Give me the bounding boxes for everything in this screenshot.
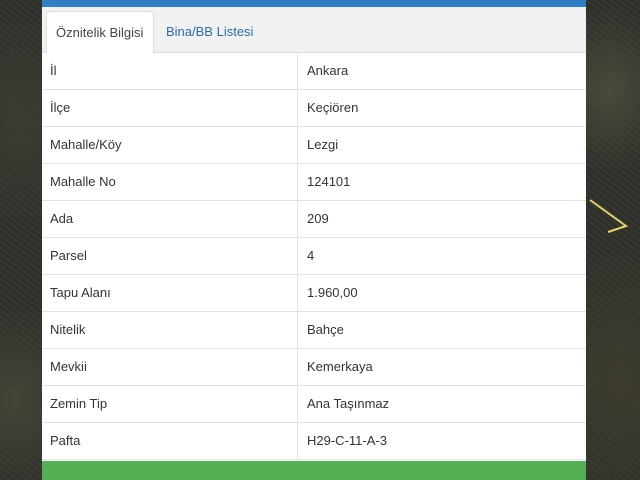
- table-row: Parsel 4: [42, 238, 586, 275]
- table-row: İl Ankara: [42, 53, 586, 90]
- column-divider: [297, 53, 298, 89]
- row-label: Pafta: [50, 433, 81, 448]
- panel-footer-bar[interactable]: [42, 461, 586, 480]
- column-divider: [297, 312, 298, 348]
- parcel-outline-icon: [589, 199, 629, 233]
- column-divider: [297, 127, 298, 163]
- column-divider: [297, 275, 298, 311]
- column-divider: [297, 90, 298, 126]
- column-divider: [297, 386, 298, 422]
- row-label: Ada: [50, 211, 74, 226]
- row-value: Bahçe: [307, 322, 344, 337]
- tab-building-list[interactable]: Bina/BB Listesi: [157, 11, 262, 53]
- row-label: Mahalle/Köy: [50, 137, 122, 152]
- row-value: 1.960,00: [307, 285, 358, 300]
- row-value: Keçiören: [307, 100, 359, 115]
- table-row: Zemin Tip Ana Taşınmaz: [42, 386, 586, 423]
- table-row: Mahalle/Köy Lezgi: [42, 127, 586, 164]
- row-label: Nitelik: [50, 322, 86, 337]
- row-label: Parsel: [50, 248, 87, 263]
- row-value: Kemerkaya: [307, 359, 373, 374]
- table-row: Nitelik Bahçe: [42, 312, 586, 349]
- row-label: Mevkii: [50, 359, 87, 374]
- row-value: H29-C-11-A-3: [307, 433, 387, 448]
- row-value: 4: [307, 248, 315, 263]
- row-value: Ankara: [307, 63, 349, 78]
- row-label: Zemin Tip: [50, 396, 108, 411]
- column-divider: [297, 349, 298, 385]
- table-row: Tapu Alanı 1.960,00: [42, 275, 586, 312]
- row-value: 209: [307, 211, 329, 226]
- tab-attribute-info[interactable]: Öznitelik Bilgisi: [46, 11, 154, 54]
- table-row: İlçe Keçiören: [42, 90, 586, 127]
- column-divider: [297, 423, 298, 459]
- row-value: Lezgi: [307, 137, 339, 152]
- row-label: İl: [50, 63, 57, 78]
- row-value: Ana Taşınmaz: [307, 396, 390, 411]
- column-divider: [297, 238, 298, 274]
- parcel-info-panel: Öznitelik Bilgisi Bina/BB Listesi İl Ank…: [42, 0, 586, 480]
- row-label: Mahalle No: [50, 174, 116, 189]
- row-label: Tapu Alanı: [50, 285, 111, 300]
- row-label: İlçe: [50, 100, 71, 115]
- panel-header-bar: [42, 0, 586, 7]
- column-divider: [297, 201, 298, 237]
- row-value: 124101: [307, 174, 351, 189]
- table-row: Pafta H29-C-11-A-3: [42, 423, 586, 460]
- table-row: Mahalle No 124101: [42, 164, 586, 201]
- table-row: Ada 209: [42, 201, 586, 238]
- tab-strip: Öznitelik Bilgisi Bina/BB Listesi: [42, 7, 586, 54]
- column-divider: [297, 164, 298, 200]
- table-row: Mevkii Kemerkaya: [42, 349, 586, 386]
